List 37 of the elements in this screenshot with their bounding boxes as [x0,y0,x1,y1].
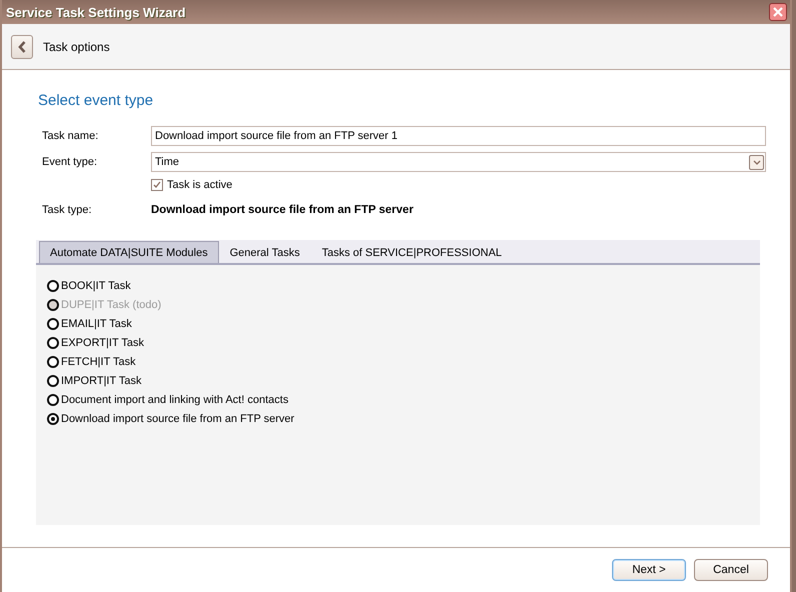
tab[interactable]: Tasks of SERVICE|PROFESSIONAL [310,241,513,263]
checkbox-label: Task is active [167,179,232,191]
radio-label: BOOK|IT Task [61,280,131,292]
radio-button[interactable] [47,337,59,349]
next-button[interactable]: Next > [612,559,686,581]
radio-button[interactable] [47,356,59,368]
radio-label: Document import and linking with Act! contacts [61,394,288,406]
field-label: Event type: [42,156,98,168]
field-label: Task name: [42,130,100,142]
radio-label: IMPORT|IT Task [61,375,142,387]
radio-label: EXPORT|IT Task [61,337,144,349]
task-name-field[interactable]: Download import source file from an FTP server 1 [151,126,766,146]
radio-button[interactable] [47,318,59,330]
radio-label: FETCH|IT Task [61,356,136,368]
chevron-down-icon [752,160,760,164]
tab[interactable]: General Tasks [218,241,311,263]
cancel-button[interactable]: Cancel [694,559,768,581]
close-icon [773,7,783,17]
window-title: Service Task Settings Wizard [6,4,186,20]
back-button[interactable] [11,34,33,58]
section-heading: Select event type [38,92,154,109]
radio-button[interactable] [47,375,59,387]
task-type-value: Download import source file from an FTP server [151,204,414,216]
radio-button[interactable] [47,280,59,292]
radio-button[interactable] [47,413,59,425]
radio-label: DUPE|IT Task (todo) [61,299,162,311]
field-label: Task type: [42,204,93,216]
dropdown-button[interactable] [749,154,764,170]
close-button[interactable] [769,3,787,21]
event-type-dropdown[interactable]: Time [151,152,766,172]
tab[interactable]: Automate DATA|SUITE Modules [39,241,219,263]
radio-label: Download import source file from an FTP server [61,413,294,425]
page-title: Task options [43,40,110,54]
checkbox[interactable] [151,179,163,191]
radio-button[interactable] [47,394,59,406]
back-icon [18,40,26,52]
radio-label: EMAIL|IT Task [61,318,132,330]
